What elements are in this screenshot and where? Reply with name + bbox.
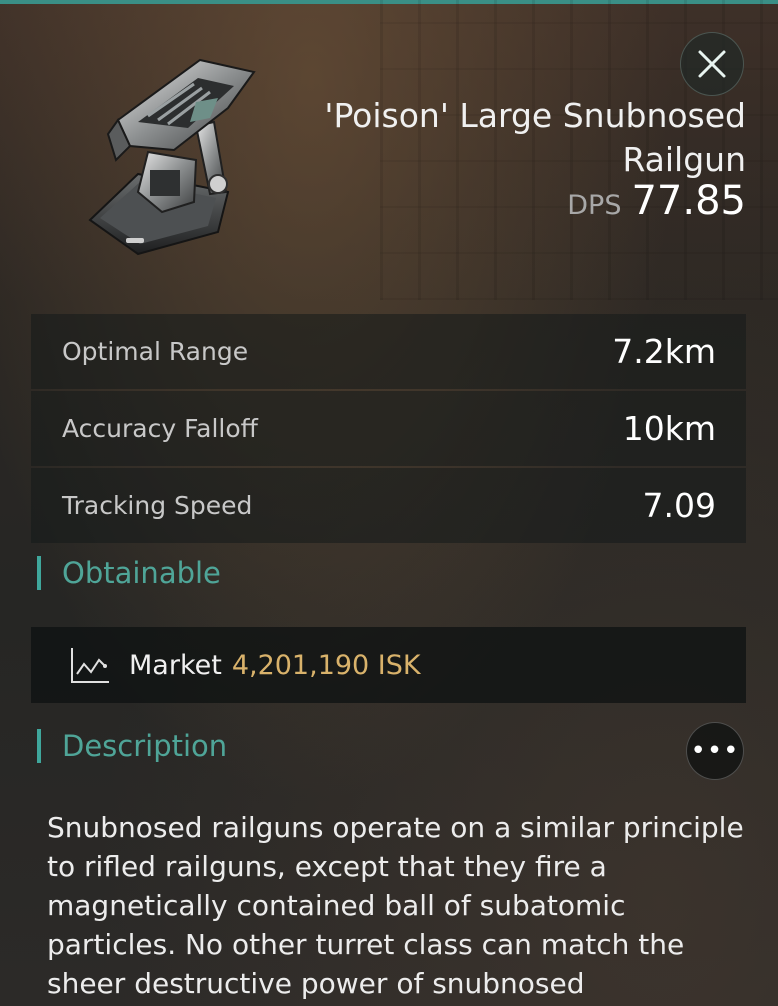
stat-label: Optimal Range (62, 337, 249, 366)
more-dots-icon: ••• (690, 736, 740, 766)
stat-row-tracking-speed: Tracking Speed 7.09 (31, 468, 746, 543)
description-heading: Description (37, 729, 227, 763)
description-text: Snubnosed railguns operate on a similar … (47, 811, 744, 1000)
market-label: Market (129, 649, 222, 681)
more-options-button[interactable]: ••• (686, 722, 744, 780)
dps-label: DPS (567, 190, 622, 221)
description-label: Description (62, 729, 228, 763)
stat-value: 7.09 (642, 486, 716, 525)
section-accent-bar (37, 556, 41, 590)
stat-label: Accuracy Falloff (62, 414, 258, 443)
stat-value: 7.2km (612, 332, 716, 371)
item-name: 'Poison' Large Snubnosed Railgun (324, 96, 746, 179)
market-price: 4,201,190 ISK (231, 649, 421, 681)
obtainable-heading: Obtainable (37, 556, 221, 590)
close-x-icon (698, 50, 726, 78)
stats-table: Optimal Range 7.2km Accuracy Falloff 10k… (31, 314, 746, 545)
market-row[interactable]: Market 4,201,190 ISK (31, 627, 746, 703)
railgun-turret-image (78, 42, 268, 262)
dps-value: 77.85 (631, 178, 746, 224)
dps-readout: DPS 77.85 (567, 178, 746, 224)
stat-label: Tracking Speed (62, 491, 253, 520)
stat-row-accuracy-falloff: Accuracy Falloff 10km (31, 391, 746, 466)
close-button[interactable] (680, 32, 744, 96)
obtainable-label: Obtainable (62, 556, 221, 590)
section-accent-bar (37, 729, 41, 763)
market-chart-icon (71, 648, 109, 683)
stat-row-optimal-range: Optimal Range 7.2km (31, 314, 746, 389)
stat-value: 10km (622, 409, 716, 448)
